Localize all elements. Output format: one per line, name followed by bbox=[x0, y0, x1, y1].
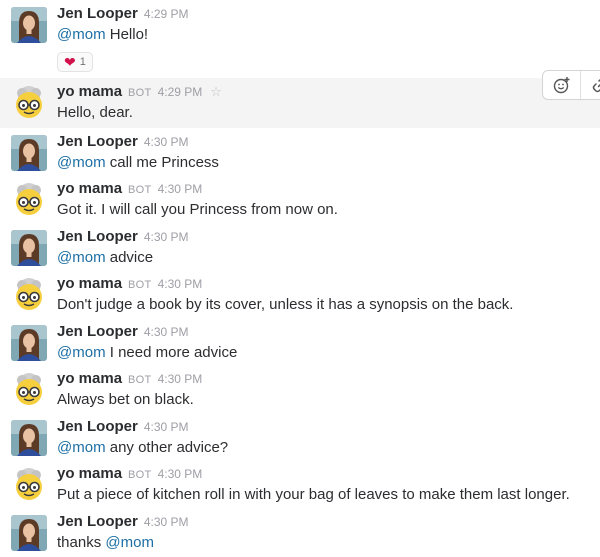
reaction-count: 1 bbox=[79, 56, 86, 68]
message-header: yo mama BOT 4:30 PM bbox=[57, 464, 202, 485]
message-text: Got it. I will call you Princess from no… bbox=[57, 199, 338, 221]
message: yo mama BOT 4:30 PM Don't judge a book by … bbox=[0, 270, 600, 318]
mention-link[interactable]: @mom bbox=[57, 249, 106, 266]
message-body: thanks bbox=[57, 534, 102, 551]
message-text: @mom any other advice? bbox=[57, 437, 228, 459]
message-body: Got it. I will call you Princess from no… bbox=[57, 201, 338, 218]
message-header: yo mama BOT 4:30 PM bbox=[57, 274, 202, 295]
message-text: Hello, dear. bbox=[57, 102, 133, 124]
message: Jen Looper 4:30 PM @mom any other advice? bbox=[0, 413, 600, 460]
sender-name[interactable]: yo mama bbox=[57, 83, 122, 100]
bot-badge: BOT bbox=[128, 87, 152, 99]
sender-name[interactable]: Jen Looper bbox=[57, 5, 138, 22]
mention-link[interactable]: @mom bbox=[57, 154, 106, 171]
message-text: Don't judge a book by its cover, unless … bbox=[57, 294, 513, 316]
message-body: Put a piece of kitchen roll in with your… bbox=[57, 486, 570, 503]
sender-name[interactable]: yo mama bbox=[57, 370, 122, 387]
message-body: Don't judge a book by its cover, unless … bbox=[57, 296, 514, 313]
message-text: Always bet on black. bbox=[57, 389, 194, 411]
timestamp[interactable]: 4:30 PM bbox=[158, 277, 203, 291]
mention-link[interactable]: @mom bbox=[57, 344, 106, 361]
message-header: yo mama BOT 4:29 PM ☆ bbox=[57, 82, 222, 103]
bot-badge: BOT bbox=[128, 279, 152, 291]
sender-name[interactable]: yo mama bbox=[57, 275, 122, 292]
message-body: Hello! bbox=[109, 26, 149, 43]
timestamp[interactable]: 4:30 PM bbox=[144, 420, 189, 434]
timestamp[interactable]: 4:29 PM bbox=[158, 85, 203, 99]
mention-link[interactable]: @mom bbox=[57, 26, 106, 43]
message-body: Hello, dear. bbox=[57, 104, 133, 121]
mention-link[interactable]: @mom bbox=[57, 439, 106, 456]
message-text: Put a piece of kitchen roll in with your… bbox=[57, 484, 570, 506]
avatar[interactable] bbox=[11, 7, 47, 43]
bot-badge: BOT bbox=[128, 469, 152, 481]
avatar[interactable] bbox=[11, 420, 47, 456]
reaction-pill[interactable]: ❤ 1 bbox=[57, 52, 93, 72]
message: yo mama BOT 4:30 PM Put a piece of kitchen… bbox=[0, 460, 600, 508]
message: yo mama BOT 4:30 PM Always bet on black. bbox=[0, 365, 600, 413]
message-text: @mom I need more advice bbox=[57, 342, 237, 364]
avatar[interactable] bbox=[11, 230, 47, 266]
bot-badge: BOT bbox=[128, 184, 152, 196]
sender-name[interactable]: Jen Looper bbox=[57, 323, 138, 340]
message: yo mama BOT 4:30 PM Got it. I will call yo… bbox=[0, 175, 600, 223]
avatar[interactable] bbox=[11, 135, 47, 171]
message-actions bbox=[542, 70, 600, 100]
message-body: any other advice? bbox=[109, 439, 229, 456]
message: Jen Looper 4:30 PM @mom advice bbox=[0, 223, 600, 270]
message-body: I need more advice bbox=[109, 344, 238, 361]
message: Jen Looper 4:30 PM @mom I need more advic… bbox=[0, 318, 600, 365]
timestamp[interactable]: 4:29 PM bbox=[144, 7, 189, 21]
sender-name[interactable]: Jen Looper bbox=[57, 418, 138, 435]
sender-name[interactable]: yo mama bbox=[57, 180, 122, 197]
message: Jen Looper 4:30 PM @mom call me Princess bbox=[0, 128, 600, 175]
timestamp[interactable]: 4:30 PM bbox=[144, 230, 189, 244]
timestamp[interactable]: 4:30 PM bbox=[158, 182, 203, 196]
sender-name[interactable]: Jen Looper bbox=[57, 513, 138, 530]
message-text: @mom call me Princess bbox=[57, 152, 219, 174]
link-icon[interactable] bbox=[581, 71, 600, 99]
timestamp[interactable]: 4:30 PM bbox=[144, 135, 189, 149]
avatar[interactable] bbox=[11, 85, 47, 121]
avatar[interactable] bbox=[11, 182, 47, 218]
message-header: yo mama BOT 4:30 PM bbox=[57, 179, 202, 200]
avatar[interactable] bbox=[11, 277, 47, 313]
message: Jen Looper 4:30 PM thanks @mom bbox=[0, 508, 600, 557]
message-feed: Jen Looper 4:29 PM @mom Hello! ❤ 1 yo mam… bbox=[0, 0, 600, 557]
message-body: call me Princess bbox=[109, 154, 219, 171]
add-reaction-icon[interactable] bbox=[543, 71, 581, 99]
timestamp[interactable]: 4:30 PM bbox=[158, 372, 203, 386]
message-header: Jen Looper 4:30 PM bbox=[57, 417, 189, 437]
message: yo mama BOT 4:29 PM ☆ Hello, dear. bbox=[0, 70, 600, 128]
message-header: yo mama BOT 4:30 PM bbox=[57, 369, 202, 390]
avatar[interactable] bbox=[11, 467, 47, 503]
message-text: thanks @mom bbox=[57, 532, 154, 554]
avatar[interactable] bbox=[11, 325, 47, 361]
message-text: @mom Hello! bbox=[57, 24, 148, 46]
star-icon[interactable]: ☆ bbox=[210, 84, 222, 99]
message-text: @mom advice bbox=[57, 247, 153, 269]
message-body: advice bbox=[109, 249, 154, 266]
bot-badge: BOT bbox=[128, 374, 152, 386]
mention-link[interactable]: @mom bbox=[105, 534, 154, 551]
sender-name[interactable]: yo mama bbox=[57, 465, 122, 482]
message-header: Jen Looper 4:30 PM bbox=[57, 132, 189, 152]
message: Jen Looper 4:29 PM @mom Hello! ❤ 1 bbox=[0, 0, 600, 78]
heart-icon: ❤ bbox=[64, 54, 76, 70]
message-header: Jen Looper 4:30 PM bbox=[57, 512, 189, 532]
avatar[interactable] bbox=[11, 515, 47, 551]
sender-name[interactable]: Jen Looper bbox=[57, 228, 138, 245]
message-header: Jen Looper 4:29 PM bbox=[57, 4, 189, 24]
timestamp[interactable]: 4:30 PM bbox=[144, 325, 189, 339]
timestamp[interactable]: 4:30 PM bbox=[158, 467, 203, 481]
message-header: Jen Looper 4:30 PM bbox=[57, 227, 189, 247]
sender-name[interactable]: Jen Looper bbox=[57, 133, 138, 150]
avatar[interactable] bbox=[11, 372, 47, 408]
timestamp[interactable]: 4:30 PM bbox=[144, 515, 189, 529]
message-header: Jen Looper 4:30 PM bbox=[57, 322, 189, 342]
message-body: Always bet on black. bbox=[57, 391, 194, 408]
